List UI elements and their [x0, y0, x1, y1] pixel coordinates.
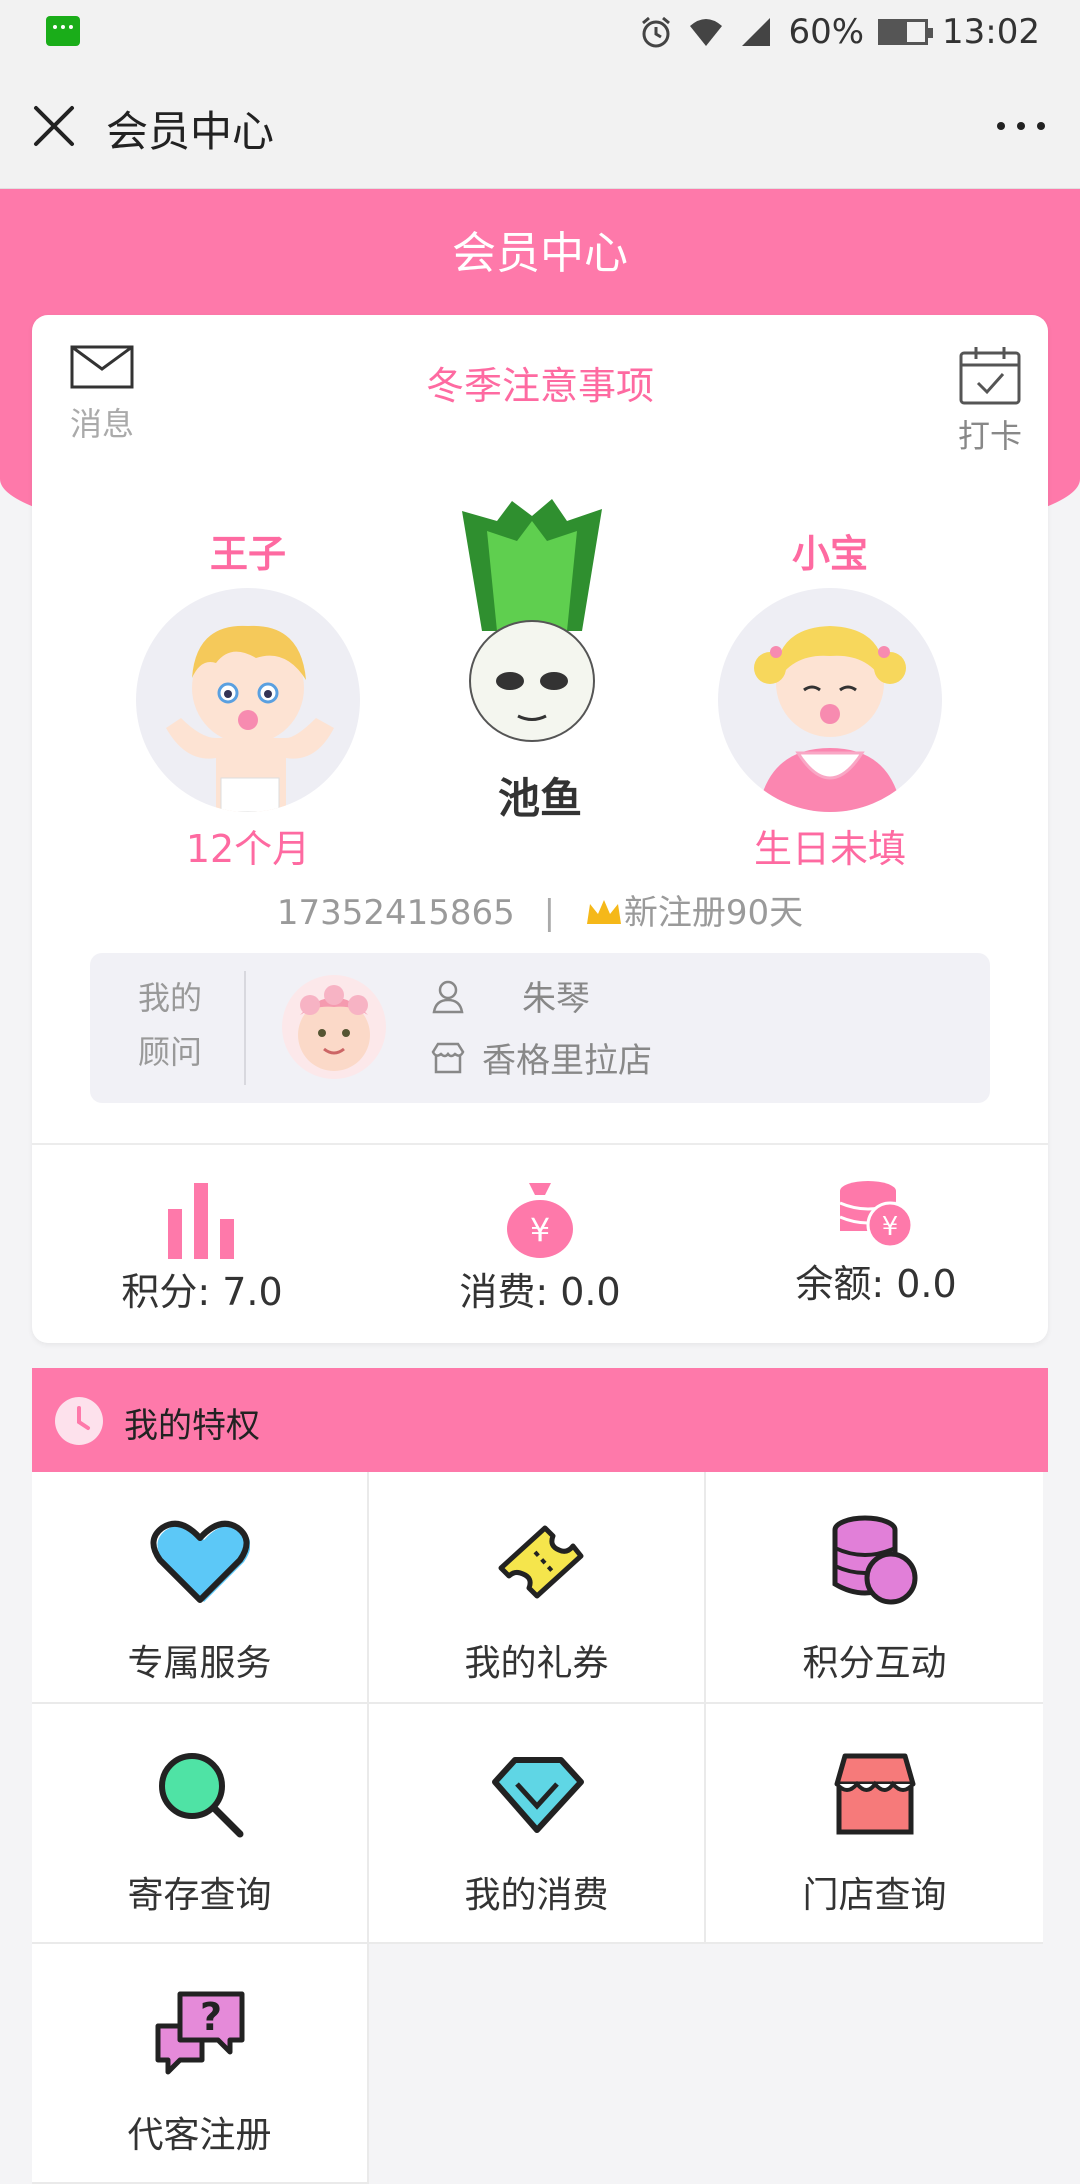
page-title: 会员中心 [106, 107, 275, 156]
child-name: 小宝 [791, 532, 868, 576]
points-label: 积分: 7.0 [121, 1270, 283, 1314]
wechat-notification-icon [46, 16, 80, 46]
advisor-name-row: 朱琴 [430, 971, 590, 1020]
privileges-header: 我的特权 [32, 1368, 1048, 1472]
status-icons: 60% 13:02 [638, 8, 1040, 56]
wifi-icon [690, 19, 723, 46]
header-title: 会员中心 [452, 228, 628, 279]
chat-question-icon: ? [155, 1991, 244, 2075]
heart-icon [150, 1520, 251, 1603]
battery-percent: 60% [788, 12, 865, 52]
ticket-icon [498, 1525, 583, 1599]
spending-label: 消费: 0.0 [459, 1270, 621, 1314]
privileges-title: 我的特权 [124, 1406, 260, 1446]
advisor-name: 朱琴 [522, 979, 590, 1019]
privilege-my-coupons[interactable]: 我的礼券 [369, 1472, 706, 1704]
privilege-label: 代客注册 [127, 2115, 272, 2156]
notice-link[interactable]: 冬季注意事项 [32, 355, 1048, 410]
privilege-proxy-registration[interactable]: ? 代客注册 [32, 1944, 369, 2184]
calendar-check-icon [959, 347, 1021, 405]
user-info-line: 17352415865 | 新注册90天 [32, 885, 1048, 934]
balance-stat[interactable]: ¥ 余额: 0.0 [726, 1175, 1026, 1308]
money-bag-icon: ¥ [507, 1183, 573, 1258]
privilege-label: 我的消费 [464, 1875, 609, 1916]
child-profile-girl[interactable]: 小宝 生日未填 [710, 523, 950, 873]
member-status: 新注册90天 [623, 893, 804, 933]
bar-chart-icon [168, 1183, 234, 1259]
privilege-label: 我的礼券 [464, 1643, 609, 1684]
shop-icon [431, 1042, 465, 1073]
baby-girl-icon [754, 626, 906, 812]
clock: 13:02 [942, 12, 1040, 52]
battery-icon [878, 19, 934, 45]
person-icon [432, 980, 464, 1013]
svg-text:?: ? [199, 1995, 221, 2039]
coin-stack-icon: ¥ [839, 1181, 914, 1249]
svg-text:¥: ¥ [530, 1211, 550, 1249]
close-icon[interactable] [22, 94, 86, 158]
privilege-storage-query[interactable]: 寄存查询 [32, 1704, 369, 1944]
child-birthday: 生日未填 [753, 827, 906, 871]
status-bar: 60% 13:02 [0, 0, 1080, 64]
privilege-label: 门店查询 [802, 1875, 947, 1916]
more-menu-icon[interactable] [986, 94, 1056, 158]
alarm-icon [642, 16, 671, 48]
advisor-label: 我的 顾问 [137, 979, 202, 1071]
coins-icon [832, 1515, 917, 1605]
svg-text:¥: ¥ [882, 1212, 899, 1242]
privilege-points-interaction[interactable]: 积分互动 [706, 1472, 1043, 1704]
child-name: 王子 [209, 532, 286, 576]
privilege-label: 积分互动 [802, 1643, 947, 1684]
privilege-label: 寄存查询 [127, 1875, 272, 1916]
advisor-avatar [282, 975, 386, 1079]
advisor-panel[interactable]: 我的 顾问 朱琴 香格里拉店 [90, 953, 990, 1103]
user-phone: 17352415865 [276, 893, 515, 933]
points-stat[interactable]: 积分: 7.0 [52, 1175, 352, 1316]
diamond-icon [491, 1757, 584, 1833]
advisor-divider [244, 971, 246, 1085]
user-avatar[interactable] [442, 491, 622, 751]
signal-icon [742, 18, 771, 46]
privilege-my-spending[interactable]: 我的消费 [369, 1704, 706, 1944]
magnifier-icon [158, 1753, 243, 1838]
store-icon [834, 1753, 915, 1835]
child-age: 12个月 [185, 827, 311, 871]
info-separator: | [543, 893, 556, 933]
privilege-label: 专属服务 [127, 1643, 272, 1684]
privilege-exclusive-service[interactable]: 专属服务 [32, 1472, 369, 1704]
clock-icon [55, 1397, 103, 1445]
spending-stat[interactable]: ¥ 消费: 0.0 [390, 1175, 690, 1316]
balance-label: 余额: 0.0 [795, 1262, 957, 1306]
advisor-store: 香格里拉店 [482, 1041, 652, 1081]
title-bar: 会员中心 [0, 64, 1080, 189]
child-avatar-girl[interactable] [718, 588, 942, 812]
advisor-store-row: 香格里拉店 [430, 1033, 652, 1082]
member-card: 消息 冬季注意事项 打卡 王子 12个月 池鱼 小宝 生日未填 17352415… [32, 315, 1048, 1343]
card-divider [32, 1143, 1048, 1145]
checkin-button[interactable]: 打卡 [950, 345, 1030, 457]
privilege-store-query[interactable]: 门店查询 [706, 1704, 1043, 1944]
crown-icon [586, 900, 621, 924]
checkin-label: 打卡 [957, 417, 1022, 455]
